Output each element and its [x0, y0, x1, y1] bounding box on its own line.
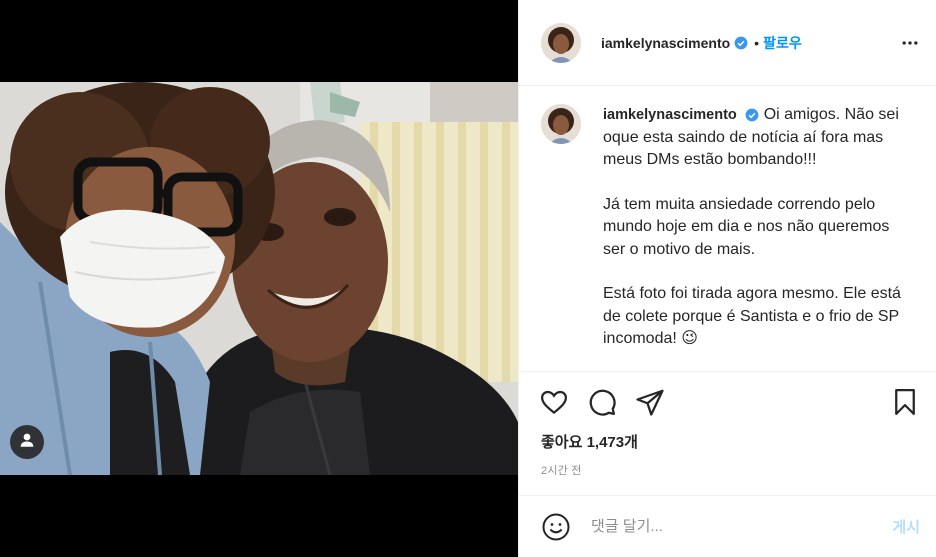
verified-badge-icon	[734, 36, 748, 50]
post-username[interactable]: iamkelynascimento	[601, 35, 730, 51]
avatar[interactable]	[541, 22, 581, 63]
post-header: iamkelynascimento • 팔로우	[519, 0, 936, 86]
caption-area: iamkelynascimento Oi amigos. Não sei oqu…	[519, 86, 936, 372]
heart-icon[interactable]	[539, 387, 569, 417]
user-tag-icon	[18, 431, 36, 454]
more-options-icon[interactable]	[900, 33, 920, 53]
emoji-icon[interactable]	[541, 512, 571, 542]
comment-input[interactable]	[589, 517, 893, 536]
post-timestamp[interactable]: 2시간 전	[519, 462, 936, 478]
caption-paragraph-2: Já tem muita ansiedade correndo pelo mun…	[603, 195, 890, 258]
post-photo[interactable]	[0, 82, 518, 475]
share-icon[interactable]	[635, 387, 665, 417]
media-panel	[0, 0, 518, 557]
post-details-panel: iamkelynascimento • 팔로우 iamkelynasciment…	[518, 0, 936, 557]
likes-count[interactable]: 좋아요 1,473개	[519, 432, 936, 454]
caption-text: iamkelynascimento Oi amigos. Não sei oqu…	[603, 104, 903, 371]
user-tag-button[interactable]	[10, 425, 44, 459]
wink-emoji: 😉	[681, 330, 698, 347]
caption-paragraph-3: Está foto foi tirada agora mesmo. Ele es…	[603, 285, 901, 347]
comment-icon[interactable]	[587, 387, 617, 417]
verified-badge-icon	[745, 108, 759, 122]
comment-bar: 게시	[519, 495, 936, 557]
caption-avatar[interactable]	[541, 104, 581, 144]
post-comment-button[interactable]: 게시	[892, 516, 920, 537]
bookmark-icon[interactable]	[890, 387, 920, 417]
caption-username[interactable]: iamkelynascimento	[603, 107, 737, 123]
action-bar	[519, 372, 936, 432]
separator-dot: •	[754, 34, 760, 51]
follow-button[interactable]: 팔로우	[763, 33, 802, 53]
